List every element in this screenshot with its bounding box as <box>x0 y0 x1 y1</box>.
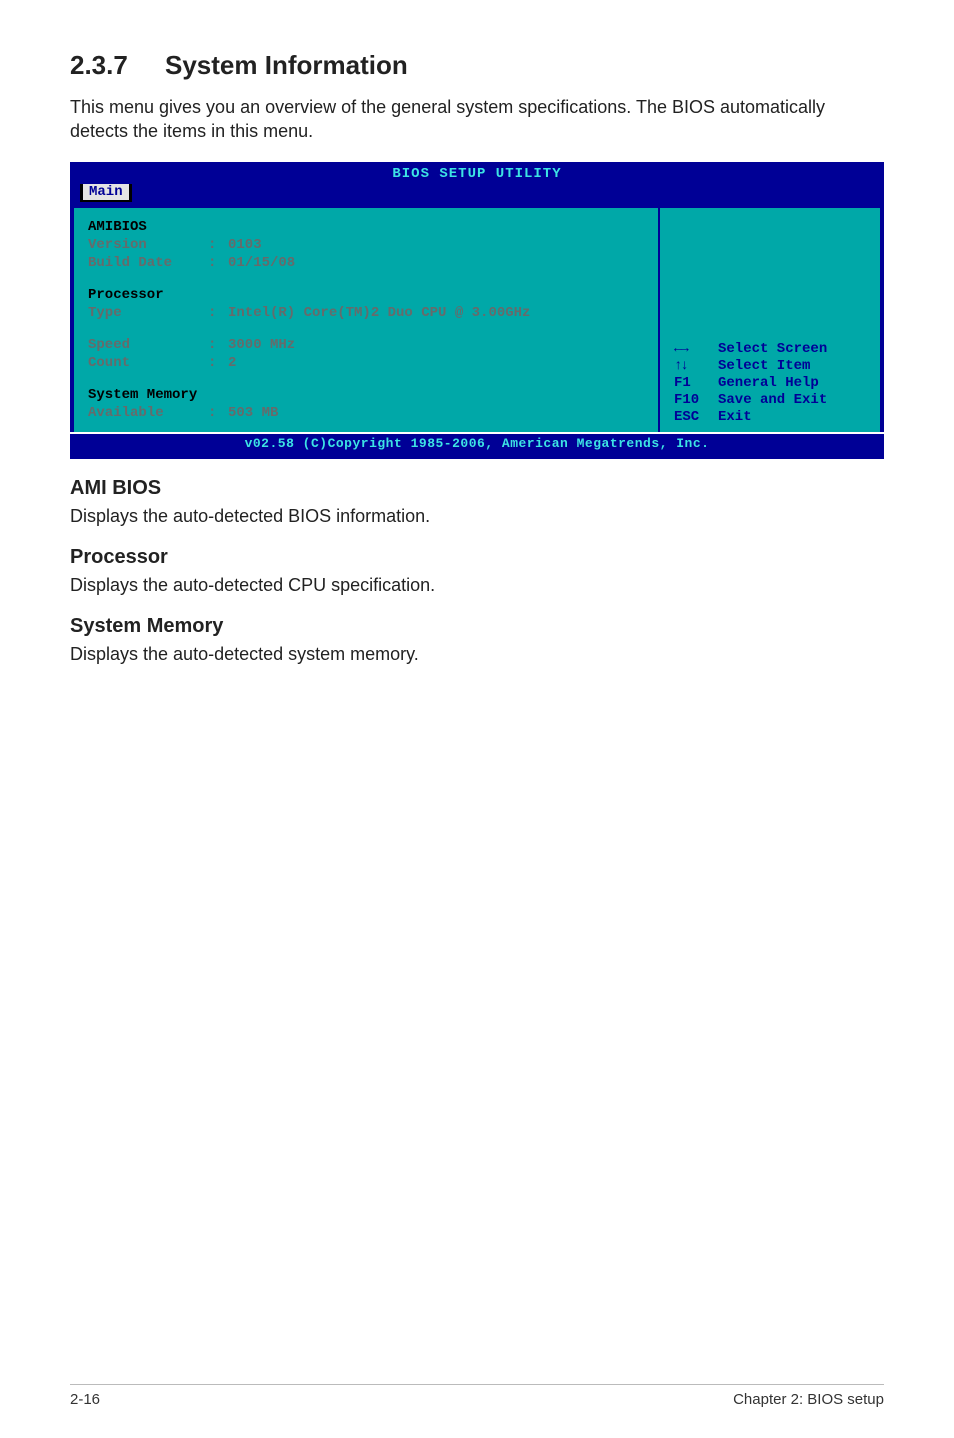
help-save-exit: Save and Exit <box>718 392 827 409</box>
sysmem-label: System Memory <box>88 386 197 404</box>
arrows-left-right-icon <box>674 341 718 358</box>
count-key: Count <box>88 354 208 372</box>
help-key-f1: F1 <box>674 375 718 392</box>
sub-mem-text: Displays the auto-detected system memory… <box>70 642 884 666</box>
footer-page-number: 2-16 <box>70 1391 100 1408</box>
available-value: 503 MB <box>228 404 644 422</box>
bios-tab-bar: Main <box>70 184 884 206</box>
help-row: ESC Exit <box>674 409 866 426</box>
help-row: Select Screen <box>674 341 866 358</box>
help-list: Select Screen Select Item F1 General Hel… <box>674 341 866 426</box>
speed-value: 3000 MHz <box>228 336 644 354</box>
help-select-screen: Select Screen <box>718 341 827 358</box>
help-exit: Exit <box>718 409 752 426</box>
colon: : <box>208 404 228 422</box>
version-value: 0103 <box>228 236 644 254</box>
count-value: 2 <box>228 354 644 372</box>
type-key: Type <box>88 304 208 322</box>
builddate-value: 01/15/08 <box>228 254 644 272</box>
sub-proc-text: Displays the auto-detected CPU specifica… <box>70 573 884 597</box>
row-version: Version : 0103 <box>88 236 644 254</box>
bios-screen: BIOS SETUP UTILITY Main AMIBIOS Version … <box>70 162 884 459</box>
help-row: F10 Save and Exit <box>674 392 866 409</box>
builddate-key: Build Date <box>88 254 208 272</box>
bios-left-pane: AMIBIOS Version : 0103 Build Date : 01/1… <box>74 208 660 432</box>
bios-copyright: v02.58 (C)Copyright 1985-2006, American … <box>70 432 884 453</box>
help-row: Select Item <box>674 358 866 375</box>
section-heading: 2.3.7System Information <box>70 50 884 81</box>
sub-ami-text: Displays the auto-detected BIOS informat… <box>70 504 884 528</box>
amibios-label: AMIBIOS <box>88 218 208 236</box>
colon: : <box>208 304 228 322</box>
colon: : <box>208 354 228 372</box>
sub-proc-heading: Processor <box>70 546 884 569</box>
version-key: Version <box>88 236 208 254</box>
help-select-item: Select Item <box>718 358 810 375</box>
help-key-f10: F10 <box>674 392 718 409</box>
row-available: Available : 503 MB <box>88 404 644 422</box>
type-value: Intel(R) Core(TM)2 Duo CPU @ 3.00GHz <box>228 304 644 322</box>
help-row: F1 General Help <box>674 375 866 392</box>
sub-mem-heading: System Memory <box>70 615 884 638</box>
available-key: Available <box>88 404 208 422</box>
section-number: 2.3.7 <box>70 50 165 81</box>
tab-main[interactable]: Main <box>80 184 132 202</box>
footer-chapter: Chapter 2: BIOS setup <box>733 1391 884 1408</box>
row-count: Count : 2 <box>88 354 644 372</box>
arrows-up-down-icon <box>674 358 718 375</box>
page-footer: 2-16 Chapter 2: BIOS setup <box>70 1384 884 1408</box>
row-type: Type : Intel(R) Core(TM)2 Duo CPU @ 3.00… <box>88 304 644 322</box>
row-builddate: Build Date : 01/15/08 <box>88 254 644 272</box>
section-title: System Information <box>165 50 408 80</box>
sub-ami-heading: AMI BIOS <box>70 477 884 500</box>
speed-key: Speed <box>88 336 208 354</box>
help-general: General Help <box>718 375 819 392</box>
intro-paragraph: This menu gives you an overview of the g… <box>70 95 884 144</box>
colon: : <box>208 336 228 354</box>
bios-title: BIOS SETUP UTILITY <box>70 162 884 184</box>
colon: : <box>208 236 228 254</box>
row-speed: Speed : 3000 MHz <box>88 336 644 354</box>
bios-right-pane: Select Screen Select Item F1 General Hel… <box>660 208 880 432</box>
processor-label: Processor <box>88 286 208 304</box>
help-key-esc: ESC <box>674 409 718 426</box>
colon: : <box>208 254 228 272</box>
